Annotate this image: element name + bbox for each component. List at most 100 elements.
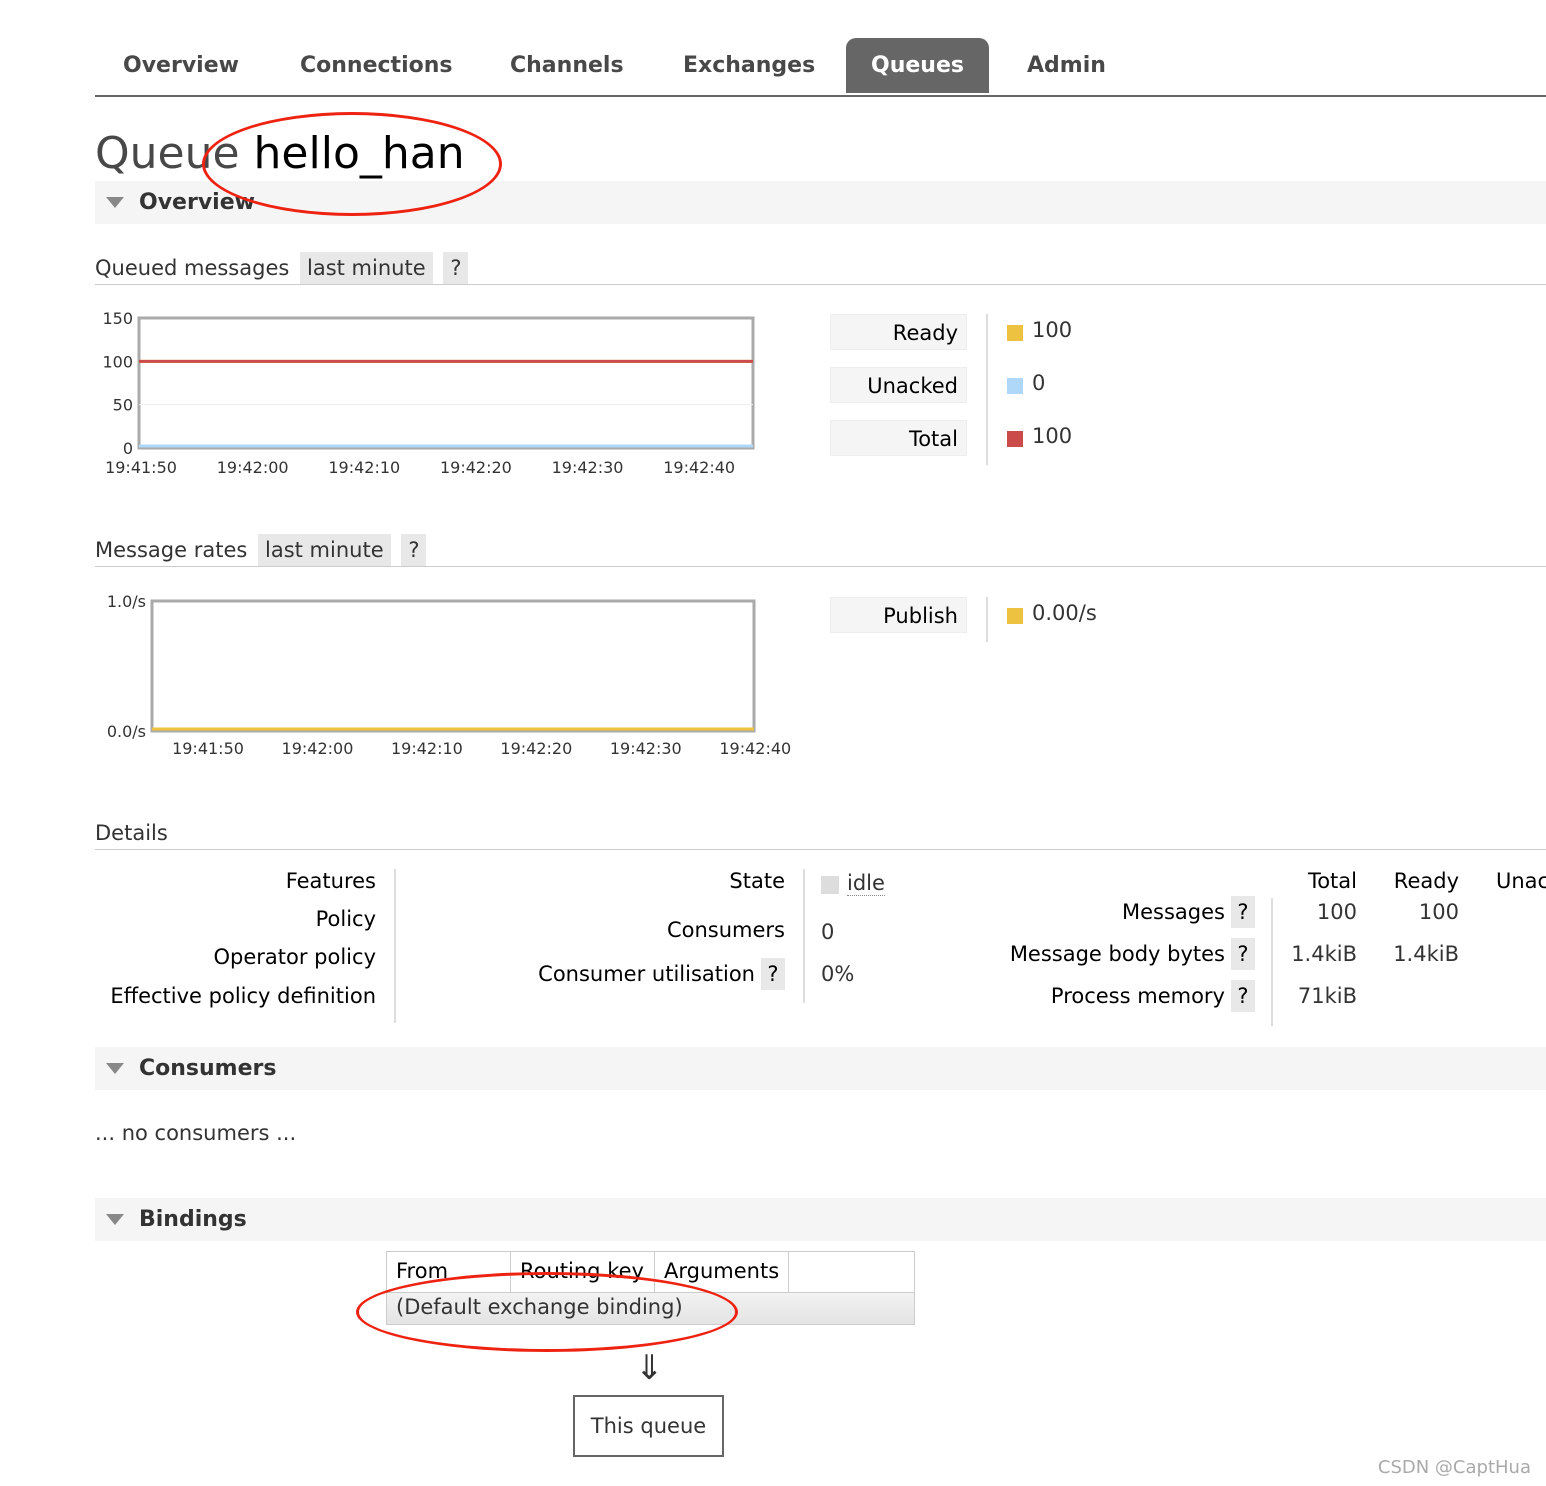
y-tick-label: 0 — [123, 439, 133, 458]
details-separator — [394, 869, 396, 1023]
legend-swatch-total — [1007, 431, 1023, 447]
body-bytes-ready: 1.4kiB — [1393, 942, 1459, 966]
policy-label: Policy — [315, 907, 376, 931]
plot-area — [150, 599, 756, 733]
col-ready: Ready — [1393, 869, 1459, 893]
collapse-triangle-icon — [106, 197, 124, 208]
messages-label-text: Messages — [1122, 900, 1225, 924]
legend-swatch-ready — [1007, 325, 1023, 341]
x-tick-label: 19:42:40 — [719, 739, 791, 758]
message-body-bytes-text: Message body bytes — [1009, 942, 1225, 966]
queued-messages-header: Queued messages last minute ? — [95, 252, 1546, 285]
queued-range-selector[interactable]: last minute — [300, 252, 433, 284]
rates-help-button[interactable]: ? — [401, 534, 427, 566]
y-tick-label: 150 — [102, 309, 133, 328]
legend-separator — [986, 314, 988, 465]
queued-messages-label: Queued messages — [95, 256, 290, 280]
col-total: Total — [1307, 869, 1357, 893]
x-tick-label: 19:42:20 — [500, 739, 572, 758]
consumers-value: 0 — [821, 920, 835, 944]
process-memory-text: Process memory — [1050, 984, 1225, 1008]
watermark: CSDN @CaptHua — [1377, 1457, 1531, 1478]
bindings-heading: Bindings — [139, 1207, 247, 1232]
consumer-utilisation-label: Consumer utilisation? — [538, 958, 785, 990]
consumer-utilisation-help[interactable]: ? — [761, 958, 785, 990]
message-rates-chart: 1.0/s 0.0/s 19:41:50 19:42:00 19:42:10 19:42:… — [95, 588, 815, 768]
consumer-utilisation-value: 0% — [821, 962, 855, 986]
no-consumers-text: ... no consumers ... — [95, 1121, 297, 1145]
page-title-prefix: Queue — [95, 128, 240, 179]
details-header: Details — [95, 817, 1546, 850]
consumers-section-header[interactable]: Consumers — [95, 1047, 1546, 1090]
bindings-table-header: From Routing key Arguments — [387, 1252, 914, 1293]
col-routing-key: Routing key — [520, 1259, 644, 1283]
x-tick-label: 19:41:50 — [172, 739, 244, 758]
column-divider — [654, 1252, 655, 1292]
legend-key-publish: Publish — [830, 597, 967, 633]
queued-messages-chart: 150 100 50 0 19:41:50 19:42:00 19:42:10 19:42:2… — [95, 305, 795, 485]
tab-overview[interactable]: Overview — [123, 38, 239, 93]
this-queue-box: This queue — [573, 1395, 724, 1457]
tab-queues[interactable]: Queues — [846, 38, 989, 93]
y-tick-label: 50 — [113, 396, 133, 415]
bindings-section-header[interactable]: Bindings — [95, 1198, 1546, 1241]
tab-channels[interactable]: Channels — [510, 38, 624, 93]
col-arguments: Arguments — [664, 1259, 780, 1283]
features-label: Features — [285, 869, 376, 893]
main-nav: Overview Connections Channels Exchanges … — [95, 38, 1546, 97]
message-rates-label: Message rates — [95, 538, 248, 562]
overview-heading: Overview — [139, 190, 255, 215]
message-rates-header: Message rates last minute ? — [95, 534, 1546, 567]
tab-exchanges[interactable]: Exchanges — [683, 38, 815, 93]
tab-connections[interactable]: Connections — [300, 38, 452, 93]
page-title: Queue hello_han — [95, 128, 465, 179]
messages-ready: 100 — [1418, 900, 1459, 924]
legend-separator — [986, 597, 988, 642]
x-tick-label: 19:42:40 — [663, 458, 735, 477]
messages-help[interactable]: ? — [1231, 896, 1255, 928]
details-heading: Details — [95, 821, 168, 845]
column-divider — [788, 1252, 789, 1292]
messages-label: Messages? — [1122, 896, 1255, 928]
state-value: idle — [847, 871, 885, 896]
legend-key-unacked: Unacked — [830, 367, 967, 403]
operator-policy-label: Operator policy — [213, 945, 377, 969]
legend-key-ready: Ready — [830, 314, 967, 350]
legend-swatch-publish — [1007, 608, 1023, 624]
down-arrow-icon: ⇓ — [635, 1348, 664, 1388]
consumers-heading: Consumers — [139, 1056, 277, 1081]
legend-value-unacked: 0 — [1032, 371, 1046, 395]
x-tick-label: 19:42:10 — [391, 739, 463, 758]
consumers-label: Consumers — [666, 918, 785, 942]
legend-swatch-unacked — [1007, 378, 1023, 394]
x-tick-label: 19:41:50 — [105, 458, 177, 477]
legend-value-total: 100 — [1032, 424, 1073, 448]
queued-messages-chart-svg: 150 100 50 019:41:50 19:42:00 19:42:10 19:42:2… — [102, 309, 755, 477]
x-tick-label: 19:42:30 — [610, 739, 682, 758]
queue-name: hello_han — [253, 128, 465, 179]
queued-help-button[interactable]: ? — [443, 252, 469, 284]
x-tick-label: 19:42:00 — [217, 458, 289, 477]
overview-section-header[interactable]: Overview — [95, 181, 1546, 224]
collapse-triangle-icon — [106, 1063, 124, 1074]
process-memory-help[interactable]: ? — [1231, 980, 1255, 1012]
table-row: (Default exchange binding) — [387, 1293, 914, 1324]
col-unacked: Unac — [1496, 869, 1546, 893]
x-tick-label: 19:42:20 — [440, 458, 512, 477]
rates-range-selector[interactable]: last minute — [258, 534, 391, 566]
tab-admin[interactable]: Admin — [1027, 38, 1106, 93]
state-indicator-icon — [821, 876, 839, 894]
message-body-bytes-help[interactable]: ? — [1231, 938, 1255, 970]
y-tick-label: 0.0/s — [107, 722, 146, 741]
y-tick-label: 1.0/s — [107, 592, 146, 611]
process-memory-label: Process memory? — [1051, 980, 1255, 1012]
collapse-triangle-icon — [106, 1214, 124, 1225]
x-tick-label: 19:42:30 — [552, 458, 624, 477]
x-tick-label: 19:42:00 — [282, 739, 354, 758]
legend-value-publish: 0.00/s — [1032, 601, 1097, 625]
bindings-table: From Routing key Arguments (Default exch… — [386, 1251, 915, 1325]
column-divider — [510, 1252, 511, 1292]
plot-area — [137, 316, 755, 450]
x-tick-label: 19:42:10 — [328, 458, 400, 477]
y-tick-label: 100 — [102, 352, 133, 371]
